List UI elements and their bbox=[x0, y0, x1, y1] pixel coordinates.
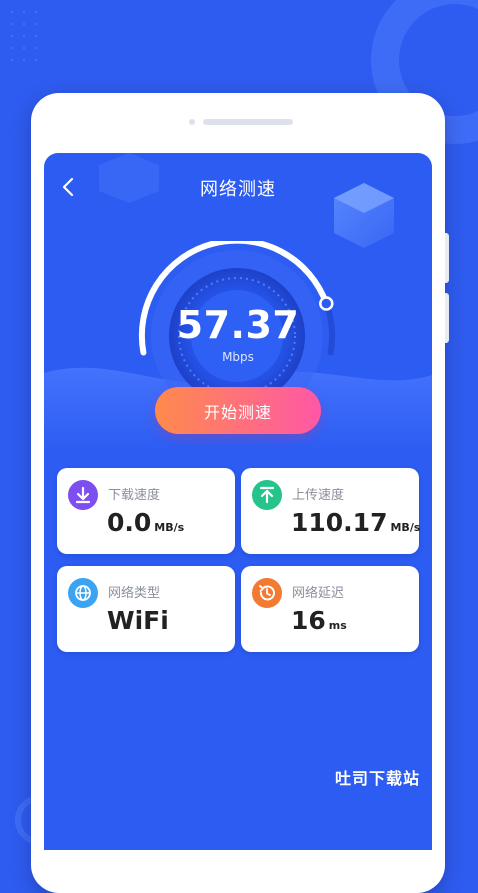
speed-value: 57.37 bbox=[176, 303, 300, 347]
stat-label: 网络延迟 bbox=[292, 586, 345, 601]
stat-label: 网络类型 bbox=[108, 586, 161, 601]
stat-label: 上传速度 bbox=[292, 488, 345, 503]
stat-value: 0.0 MB/s bbox=[107, 508, 185, 537]
globe-icon bbox=[68, 578, 98, 608]
speaker-grille bbox=[203, 119, 293, 125]
latency-card: 网络延迟 16 ms bbox=[241, 566, 419, 652]
speed-unit: Mbps bbox=[222, 350, 254, 364]
app-screen: 网络测速 57.37 Mbps 开始测速 下载速度 0.0 MB/s 上传速度 … bbox=[44, 153, 432, 850]
page-title: 网络测速 bbox=[200, 179, 276, 200]
download-speed-card: 下载速度 0.0 MB/s bbox=[57, 468, 235, 554]
history-icon bbox=[252, 578, 282, 608]
stat-value: 16 ms bbox=[291, 606, 347, 635]
watermark-text: 吐司下载站 bbox=[335, 769, 421, 788]
network-type-card: 网络类型 WiFi bbox=[57, 566, 235, 652]
phone-side-button bbox=[445, 293, 449, 343]
download-icon bbox=[68, 480, 98, 510]
stat-value: WiFi bbox=[107, 606, 169, 635]
stat-label: 下载速度 bbox=[108, 488, 161, 503]
upload-speed-card: 上传速度 110.17 MB/s bbox=[241, 468, 421, 554]
camera-dot bbox=[189, 119, 195, 125]
stat-value: 110.17 MB/s bbox=[291, 508, 421, 537]
start-test-button[interactable]: 开始测速 bbox=[155, 387, 321, 434]
phone-side-button bbox=[445, 233, 449, 283]
upload-icon bbox=[252, 480, 282, 510]
